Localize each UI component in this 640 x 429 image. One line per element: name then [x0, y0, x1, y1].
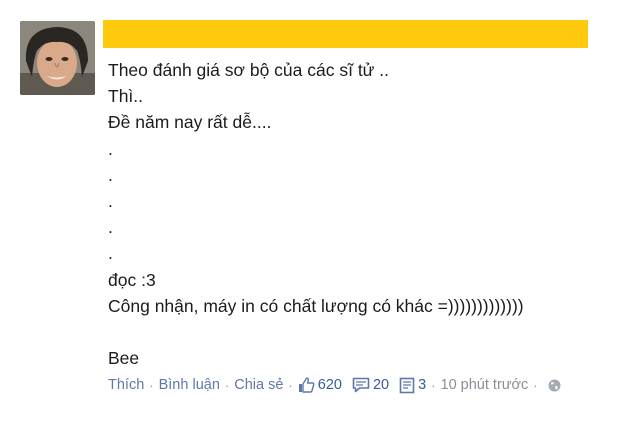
message-line: .: [108, 164, 113, 185]
comments-count: 20: [372, 377, 390, 393]
shares-count-button[interactable]: 3: [399, 377, 426, 394]
message-line-blank: [108, 319, 628, 345]
author-name-redacted-bar: [103, 20, 588, 48]
avatar[interactable]: [20, 21, 95, 95]
thumbs-up-icon: [298, 377, 315, 393]
share-document-icon: [399, 377, 415, 393]
separator: ·: [149, 377, 154, 393]
shares-count: 3: [418, 377, 427, 393]
post-message: Theo đánh giá sơ bộ của các sĩ tử .. Thì…: [108, 57, 628, 371]
comments-count-button[interactable]: 20: [352, 377, 389, 393]
avatar-image: [20, 21, 95, 95]
message-line: Đề năm nay rất dễ....: [108, 112, 272, 133]
share-link[interactable]: Chia sẻ: [234, 377, 283, 393]
message-line: Công nhận, máy in có chất lượng có khác …: [108, 295, 524, 316]
separator: ·: [431, 377, 436, 393]
message-line: .: [108, 243, 113, 264]
post-actions-bar: Thích · Bình luận · Chia sẻ · 620 20 3 ·…: [108, 374, 561, 396]
post-timestamp[interactable]: 10 phút trước: [441, 377, 529, 393]
message-signature: Bee: [108, 348, 140, 369]
comment-bubble-icon: [352, 377, 370, 393]
globe-icon[interactable]: [548, 379, 561, 392]
message-line: Theo đánh giá sơ bộ của các sĩ tử ..: [108, 60, 389, 80]
separator: ·: [533, 377, 538, 393]
likes-count-button[interactable]: 620: [298, 377, 342, 393]
likes-count: 620: [317, 377, 342, 393]
separator: ·: [224, 377, 230, 393]
message-line: .: [108, 138, 113, 159]
comment-link[interactable]: Bình luận: [159, 377, 220, 393]
like-link[interactable]: Thích: [108, 377, 144, 393]
separator: ·: [288, 377, 293, 393]
message-line: đọc :3: [108, 269, 156, 290]
message-line: .: [108, 217, 113, 238]
message-line: .: [108, 190, 113, 211]
facebook-post: Theo đánh giá sơ bộ của các sĩ tử .. Thì…: [0, 0, 640, 429]
message-line: Thì..: [108, 86, 144, 107]
